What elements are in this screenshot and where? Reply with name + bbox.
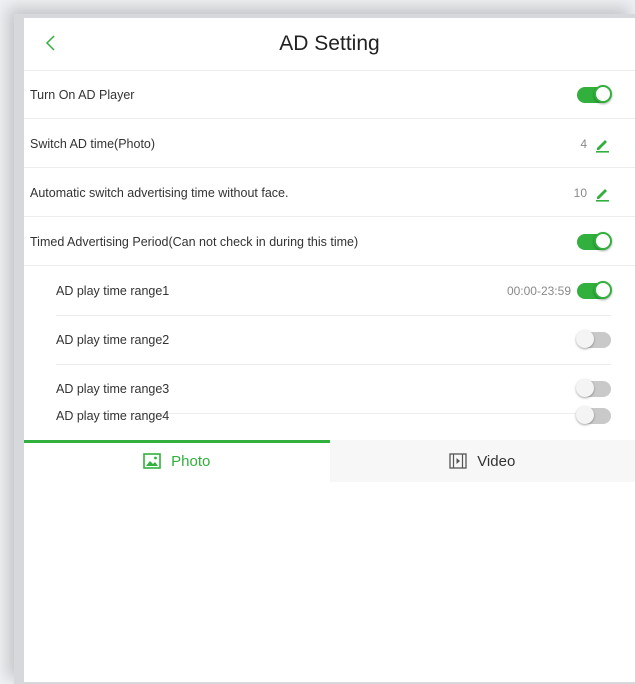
range-label: AD play time range1 (56, 284, 170, 298)
timed-period-label: Timed Advertising Period(Can not check i… (30, 234, 359, 249)
image-icon (143, 453, 161, 469)
ad-setting-screen: AD Setting Turn On AD Player Switch AD t… (24, 18, 635, 682)
page-title: AD Setting (279, 32, 380, 55)
ad-player-label: Turn On AD Player (30, 87, 135, 102)
no-face-time-value: 10 (573, 185, 587, 200)
setting-row-timed-period[interactable]: Timed Advertising Period(Can not check i… (24, 218, 635, 266)
range-2-toggle[interactable] (576, 330, 611, 348)
video-icon (449, 453, 467, 469)
range-time-value: 00:00-23:59 (506, 284, 571, 298)
range-1-toggle[interactable] (577, 281, 612, 299)
media-content-area (24, 482, 635, 682)
pencil-icon (596, 139, 609, 153)
toggle-knob (594, 281, 612, 299)
ad-player-toggle[interactable] (577, 84, 612, 103)
back-button[interactable] (36, 28, 66, 58)
no-face-time-edit-button[interactable] (593, 184, 611, 202)
range-row-2[interactable]: AD play time range2 (24, 316, 635, 365)
header-bar: AD Setting (24, 18, 635, 71)
range-row-4[interactable]: AD play time range4 (24, 392, 635, 440)
tab-photo[interactable]: Photo (24, 440, 330, 482)
range-label: AD play time range4 (56, 409, 170, 423)
toggle-knob (594, 84, 612, 103)
setting-row-no-face-time[interactable]: Automatic switch advertising time withou… (24, 169, 635, 217)
pencil-icon (596, 188, 609, 202)
chevron-left-icon (45, 35, 55, 51)
tab-video-label: Video (477, 452, 516, 470)
toggle-knob (576, 330, 594, 348)
timed-period-toggle[interactable] (577, 231, 612, 250)
toggle-knob (594, 231, 612, 250)
range-4-toggle[interactable] (576, 406, 611, 424)
tab-video[interactable]: Video (330, 440, 635, 482)
tab-photo-label: Photo (171, 452, 211, 470)
range-label: AD play time range2 (56, 333, 170, 347)
setting-row-ad-player[interactable]: Turn On AD Player (24, 71, 635, 119)
switch-time-edit-button[interactable] (593, 135, 611, 153)
setting-row-switch-time[interactable]: Switch AD time(Photo) 4 (24, 120, 635, 168)
range-row-1[interactable]: AD play time range1 00:00-23:59 (24, 267, 635, 316)
no-face-time-label: Automatic switch advertising time withou… (30, 185, 289, 200)
switch-time-value: 4 (580, 136, 587, 151)
media-tabs: Photo Video (24, 440, 635, 482)
switch-time-label: Switch AD time(Photo) (30, 136, 156, 151)
toggle-knob (576, 406, 594, 424)
